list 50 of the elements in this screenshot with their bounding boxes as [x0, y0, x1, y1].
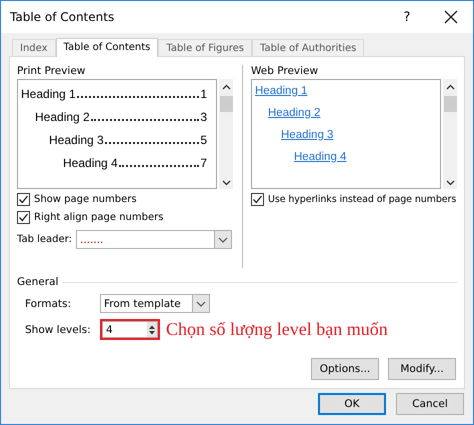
field-label: Show levels: — [25, 324, 92, 336]
checkbox[interactable] — [251, 193, 264, 206]
spinner-arrows-icon[interactable] — [147, 322, 157, 337]
help-button[interactable]: ? — [385, 2, 429, 32]
page-number: 1 — [200, 86, 207, 103]
tab[interactable]: Table of Contents — [56, 38, 158, 57]
scrollbar[interactable] — [219, 79, 233, 189]
tab[interactable]: Index — [12, 39, 56, 56]
dialog-button[interactable]: Modify... — [388, 358, 456, 380]
chevron-down-icon[interactable] — [222, 180, 230, 186]
heading-text: Heading 4 — [63, 155, 118, 172]
heading-link[interactable]: Heading 4 — [294, 151, 346, 163]
chevron-down-icon[interactable] — [446, 180, 454, 186]
heading-link[interactable]: Heading 1 — [255, 85, 308, 97]
checkbox[interactable] — [17, 193, 30, 206]
heading-text: Heading 2 — [35, 109, 90, 126]
page-number: 7 — [200, 155, 207, 172]
page-number: 3 — [200, 109, 207, 126]
heading-link[interactable]: Heading 3 — [281, 129, 334, 141]
checkbox-label: Right align page numbers — [34, 212, 164, 223]
heading-link[interactable]: Heading 2 — [268, 107, 320, 119]
tab[interactable]: Table of Figures — [158, 39, 252, 56]
checkbox-label: Use hyperlinks instead of page numbers — [268, 194, 456, 205]
spinner-field[interactable]: 4 — [102, 321, 158, 338]
dropdown[interactable]: ....... — [76, 230, 232, 249]
scrollbar[interactable] — [443, 79, 457, 189]
close-icon — [444, 10, 458, 24]
chevron-up-icon[interactable] — [222, 84, 230, 90]
section-label: Print Preview — [17, 65, 86, 77]
annotation-text: Chọn số lượng level bạn muốn — [166, 319, 388, 340]
page-number: 5 — [200, 132, 207, 149]
scrollbar-thumb[interactable] — [444, 96, 456, 112]
chevron-down-icon[interactable] — [218, 236, 228, 242]
dialog-button[interactable]: Cancel — [396, 393, 464, 415]
tab[interactable]: Table of Authorities — [252, 39, 364, 56]
group-title: General — [17, 276, 58, 288]
heading-text: Heading 3 — [49, 132, 104, 149]
chevron-up-icon[interactable] — [446, 84, 454, 90]
chevron-down-icon[interactable] — [196, 300, 206, 306]
scrollbar-thumb[interactable] — [220, 96, 232, 112]
heading-text: Heading 1 — [21, 86, 76, 103]
field-label: Tab leader: — [17, 234, 73, 245]
checkbox-label: Show page numbers — [34, 194, 137, 205]
dialog-button[interactable]: Options... — [311, 358, 379, 380]
field-label: Formats: — [25, 298, 72, 310]
section-label: Web Preview — [251, 65, 320, 77]
checkbox[interactable] — [17, 211, 30, 224]
window-title: Table of Contents — [10, 10, 114, 24]
dropdown[interactable]: From template — [100, 294, 210, 313]
dialog-button[interactable]: OK — [318, 393, 386, 415]
